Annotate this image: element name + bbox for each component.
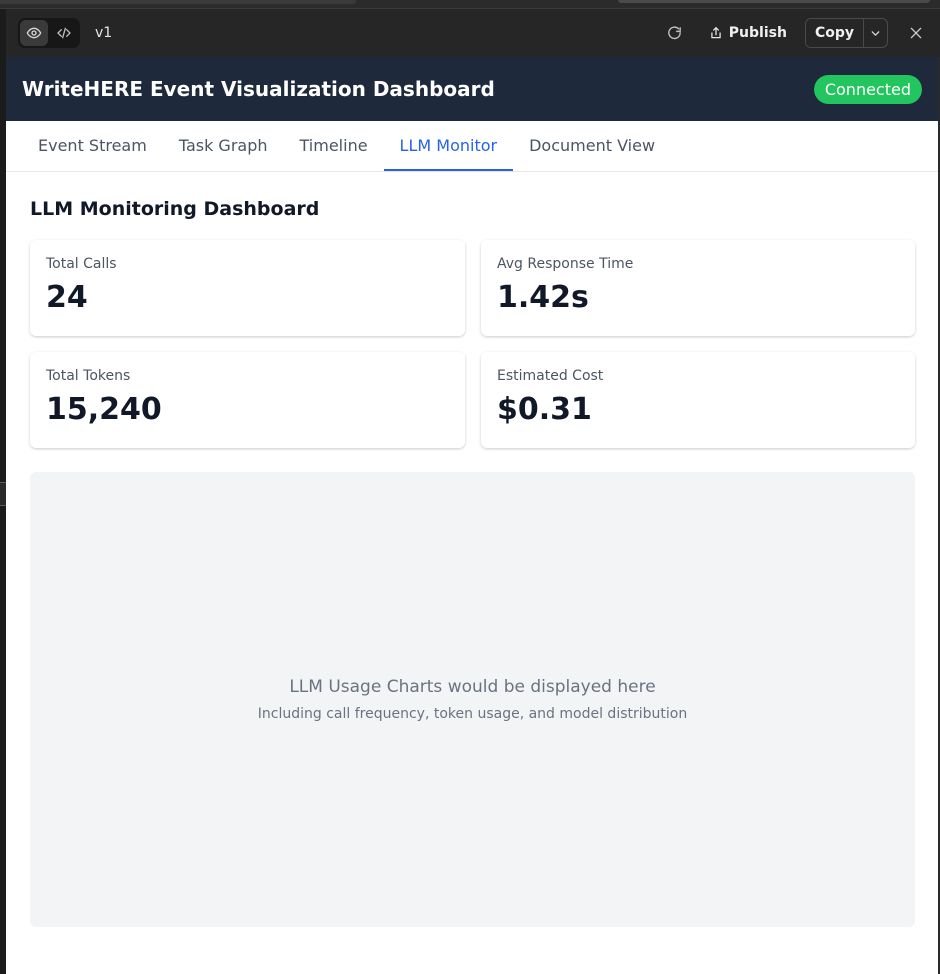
stat-card-total-calls: Total Calls 24: [30, 240, 465, 336]
artifact-toolbar: v1 Publish Copy: [6, 9, 940, 57]
tab-llm-monitor[interactable]: LLM Monitor: [383, 121, 514, 171]
window-top-strip: [0, 0, 940, 9]
stat-label: Total Calls: [46, 256, 117, 272]
copy-button-group: Copy: [804, 18, 888, 48]
stat-value: 1.42s: [497, 280, 589, 315]
publish-button[interactable]: Publish: [703, 18, 793, 48]
chevron-down-icon: [871, 30, 880, 36]
stat-card-total-tokens: Total Tokens 15,240: [30, 352, 465, 448]
tab-bar: Event Stream Task Graph Timeline LLM Mon…: [6, 121, 938, 172]
top-strip-segment: [0, 0, 356, 4]
dashboard-app: WriteHERE Event Visualization Dashboard …: [6, 57, 938, 974]
close-icon: [910, 27, 922, 39]
connection-status-badge: Connected: [813, 74, 922, 104]
stats-grid: Total Calls 24 Avg Response Time 1.42s T…: [30, 240, 915, 448]
stat-label: Total Tokens: [46, 368, 131, 384]
stat-card-avg-response-time: Avg Response Time 1.42s: [481, 240, 915, 336]
tab-event-stream[interactable]: Event Stream: [22, 121, 163, 171]
stat-value: 24: [46, 280, 88, 315]
share-icon: [711, 27, 721, 39]
charts-placeholder: LLM Usage Charts would be displayed here…: [30, 472, 915, 927]
tab-timeline[interactable]: Timeline: [284, 121, 384, 171]
stat-value: 15,240: [46, 392, 162, 427]
tab-task-graph[interactable]: Task Graph: [163, 121, 284, 171]
publish-label: Publish: [728, 25, 787, 41]
stat-value: $0.31: [497, 392, 592, 427]
tab-document-view[interactable]: Document View: [513, 121, 671, 171]
placeholder-title: LLM Usage Charts would be displayed here: [289, 677, 656, 697]
version-label: v1: [95, 25, 113, 41]
placeholder-subtitle: Including call frequency, token usage, a…: [257, 706, 688, 722]
app-header: WriteHERE Event Visualization Dashboard …: [6, 57, 938, 121]
stat-label: Estimated Cost: [497, 368, 604, 384]
refresh-button[interactable]: [661, 19, 689, 47]
top-strip-segment: [618, 0, 930, 3]
code-toggle-button[interactable]: [50, 20, 78, 46]
stat-card-estimated-cost: Estimated Cost $0.31: [481, 352, 915, 448]
copy-button[interactable]: Copy: [805, 19, 863, 47]
section-title: LLM Monitoring Dashboard: [30, 198, 320, 220]
app-title: WriteHERE Event Visualization Dashboard: [22, 77, 495, 101]
refresh-icon: [668, 25, 682, 39]
close-button[interactable]: [902, 19, 930, 47]
copy-options-button[interactable]: [863, 19, 887, 47]
eye-icon: [26, 27, 42, 39]
stat-label: Avg Response Time: [497, 256, 634, 272]
main-content: LLM Monitoring Dashboard Total Calls 24 …: [6, 172, 938, 927]
view-toggle: [18, 18, 80, 48]
code-icon: [57, 27, 71, 39]
preview-toggle-button[interactable]: [20, 20, 48, 46]
